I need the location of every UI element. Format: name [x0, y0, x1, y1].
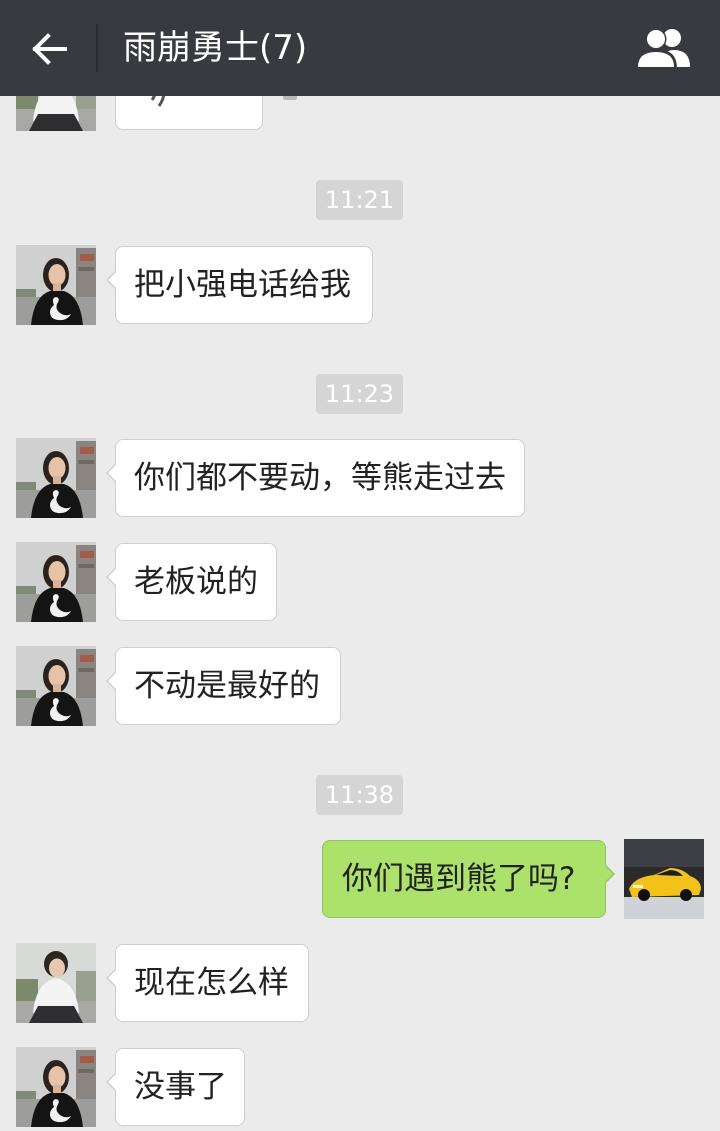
swan-sweater-portrait-icon [16, 1047, 96, 1127]
timestamp: 11:21 [316, 180, 403, 220]
swan-sweater-portrait-icon [16, 542, 96, 622]
avatar[interactable] [16, 1047, 96, 1127]
message-text: 你们都不要动，等熊走过去 [134, 460, 506, 496]
avatar[interactable] [16, 943, 96, 1023]
message-bubble[interactable]: 老板说的 [106, 543, 277, 621]
message-text: 你们遇到熊了吗? [342, 861, 576, 897]
white-shirt-portrait-icon [16, 943, 96, 1023]
message-bubble[interactable]: 你们都不要动，等熊走过去 [106, 439, 525, 517]
message-text: 现在怎么样 [134, 965, 289, 1001]
message-text: 不动是最好的 [134, 668, 320, 704]
message-text: 老板说的 [134, 564, 258, 600]
timestamp: 11:38 [316, 775, 403, 815]
outgoing-message-bubble[interactable]: 你们遇到熊了吗? [322, 840, 615, 918]
chat-title: 雨崩勇士(7) [123, 28, 308, 68]
message-bubble[interactable]: 现在怎么样 [106, 944, 309, 1022]
chat-screen: 雨崩勇士(7) 11:21 把小强电话给我 11:23 你们都不要动，等熊走过去… [0, 0, 720, 1131]
back-arrow-icon[interactable] [29, 29, 69, 69]
swan-sweater-portrait-icon [16, 646, 96, 726]
avatar[interactable] [16, 542, 96, 622]
swan-sweater-portrait-icon [16, 245, 96, 325]
message-text: 没事了 [134, 1069, 227, 1105]
yellow-sports-car-icon [624, 839, 704, 919]
avatar[interactable] [16, 438, 96, 518]
swan-sweater-portrait-icon [16, 438, 96, 518]
title-bar: 雨崩勇士(7) [0, 0, 720, 96]
group-members-icon[interactable] [634, 27, 694, 69]
avatar[interactable] [16, 245, 96, 325]
message-list[interactable]: 11:21 把小强电话给我 11:23 你们都不要动，等熊走过去 老板说的 不动… [0, 0, 720, 1131]
title-divider [96, 24, 98, 72]
message-text: 把小强电话给我 [134, 267, 351, 303]
message-bubble[interactable]: 把小强电话给我 [106, 246, 373, 324]
message-bubble[interactable]: 不动是最好的 [106, 647, 341, 725]
avatar[interactable] [16, 646, 96, 726]
timestamp: 11:23 [316, 374, 403, 414]
my-avatar[interactable] [624, 839, 704, 919]
message-bubble[interactable]: 没事了 [106, 1048, 245, 1126]
